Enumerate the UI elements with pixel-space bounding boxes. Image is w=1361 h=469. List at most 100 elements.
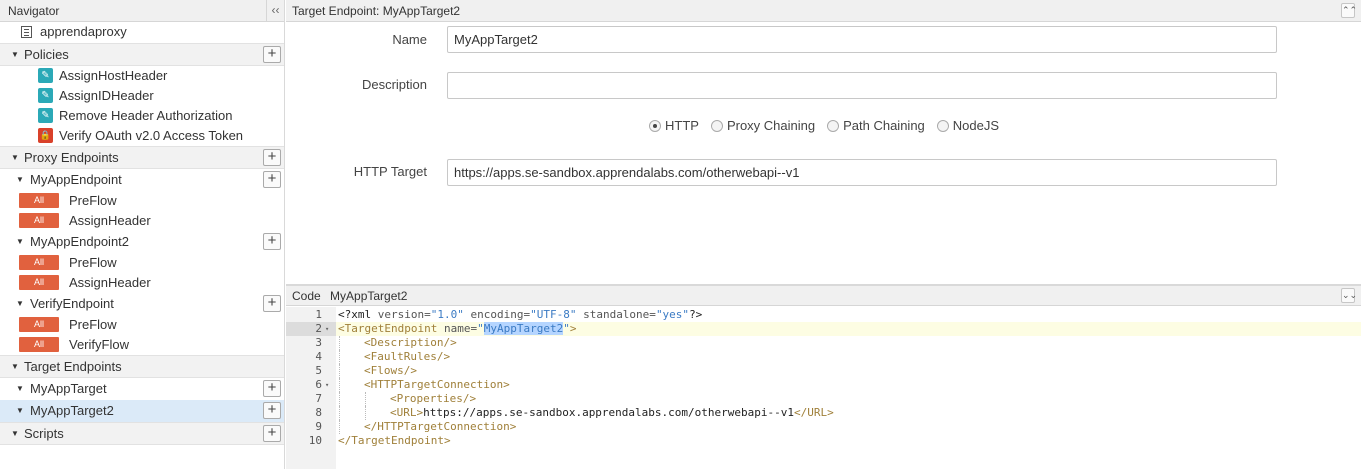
proxy-root-item[interactable]: apprendaproxy — [0, 22, 284, 42]
section-target-endpoints[interactable]: ▼ Target Endpoints — [0, 355, 284, 378]
description-input[interactable] — [447, 72, 1277, 99]
flow-item[interactable]: All AssignHeader — [0, 273, 284, 293]
endpoint-label: MyAppTarget — [30, 381, 107, 396]
name-input[interactable]: MyAppTarget2 — [447, 26, 1277, 53]
flow-item[interactable]: All PreFlow — [0, 315, 284, 335]
add-flow-button[interactable]: + — [263, 402, 281, 419]
flow-badge: All — [19, 275, 59, 290]
radio-option[interactable]: HTTP — [649, 117, 699, 135]
flow-badge: All — [19, 255, 59, 270]
code-panel: Code MyAppTarget2 ⌄⌄ 1 <?xml version="1.0… — [286, 284, 1361, 469]
code-text: <URL>https://apps.se-sandbox.apprendalab… — [390, 406, 834, 420]
add-script-button[interactable]: + — [263, 425, 281, 442]
code-token: </TargetEndpoint> — [338, 434, 451, 447]
target-endpoint-panel: Target Endpoint: MyAppTarget2 ⌃⌃ Name My… — [286, 0, 1361, 283]
code-text: </HTTPTargetConnection> — [364, 420, 516, 434]
flow-label: AssignHeader — [69, 213, 151, 228]
caret-down-icon: ▼ — [16, 237, 24, 246]
caret-down-icon: ▼ — [16, 175, 24, 184]
indent-guide — [339, 364, 340, 378]
code-token: MyAppTarget2 — [483, 322, 564, 335]
proxy-endpoints-list: ▼ MyAppEndpoint + All PreFlow All AssignHeader… — [0, 169, 284, 355]
radio-option[interactable]: NodeJS — [936, 117, 999, 135]
flow-item[interactable]: All AssignHeader — [0, 211, 284, 231]
code-token: <TargetEndpoint — [338, 322, 444, 335]
flow-item[interactable]: All PreFlow — [0, 253, 284, 273]
proxy-endpoint-item[interactable]: ▼ MyAppEndpoint2 + — [0, 231, 284, 253]
target-endpoint-item[interactable]: ▼ MyAppTarget + — [0, 378, 284, 400]
code-token: <HTTPTargetConnection> — [364, 378, 510, 391]
radio-circle-icon — [710, 120, 723, 132]
code-token: </URL> — [794, 406, 834, 419]
fold-arrow-icon[interactable]: ▾ — [325, 322, 329, 336]
code-text: <TargetEndpoint name="MyAppTarget2"> — [338, 322, 576, 336]
navigator-panel: Navigator ‹‹ apprendaproxy ▼ Policies + … — [0, 0, 285, 469]
add-proxy-endpoint-button[interactable]: + — [263, 149, 281, 166]
indent-guide — [339, 336, 340, 350]
code-label: Code — [292, 289, 321, 303]
add-flow-button[interactable]: + — [263, 295, 281, 312]
collapse-navigator-icon[interactable]: ‹‹ — [266, 0, 284, 22]
caret-down-icon: ▼ — [16, 406, 24, 415]
flow-label: PreFlow — [69, 255, 117, 270]
code-token: <URL> — [390, 406, 424, 419]
indent-guide — [365, 392, 366, 406]
add-policy-button[interactable]: + — [263, 46, 281, 63]
code-token: "1.0" — [430, 308, 464, 321]
code-text: <?xml version="1.0" encoding="UTF-8" sta… — [338, 308, 702, 322]
policy-item[interactable]: 🔒 Verify OAuth v2.0 Access Token — [0, 126, 284, 146]
radio-circle-icon — [936, 120, 949, 132]
flow-label: PreFlow — [69, 193, 117, 208]
line-number: 4 — [315, 350, 322, 363]
section-label: Target Endpoints — [24, 359, 122, 374]
caret-down-icon: ▼ — [11, 429, 19, 438]
code-line: 5 <Flows/> — [286, 364, 1361, 378]
flow-item[interactable]: All PreFlow — [0, 191, 284, 211]
policy-label: AssignHostHeader — [59, 68, 168, 83]
code-token: "yes" — [655, 308, 690, 321]
code-token: <?xml — [338, 308, 378, 321]
section-policies[interactable]: ▼ Policies + — [0, 43, 284, 66]
code-text: <Description/> — [364, 336, 457, 350]
lock-policy-icon: 🔒 — [38, 128, 53, 143]
add-flow-button[interactable]: + — [263, 380, 281, 397]
code-token: name= — [443, 322, 478, 335]
code-line: 1 <?xml version="1.0" encoding="UTF-8" st… — [286, 308, 1361, 322]
add-flow-button[interactable]: + — [263, 233, 281, 250]
http-target-input[interactable]: https://apps.se-sandbox.apprendalabs.com… — [447, 159, 1277, 186]
target-panel-header: Target Endpoint: MyAppTarget2 ⌃⌃ — [286, 0, 1361, 22]
radio-option[interactable]: Path Chaining — [827, 117, 925, 135]
radio-circle-icon — [827, 120, 840, 132]
code-editor[interactable]: 1 <?xml version="1.0" encoding="UTF-8" st… — [286, 307, 1361, 469]
fold-arrow-icon[interactable]: ▾ — [325, 378, 329, 392]
flow-badge: All — [19, 337, 59, 352]
code-token: > — [569, 322, 577, 335]
flow-label: AssignHeader — [69, 275, 151, 290]
policy-item[interactable]: ✎ AssignHostHeader — [0, 66, 284, 86]
edit-policy-icon: ✎ — [38, 88, 53, 103]
section-label: Scripts — [24, 426, 64, 441]
add-flow-button[interactable]: + — [263, 171, 281, 188]
collapse-up-icon[interactable]: ⌃⌃ — [1341, 3, 1357, 18]
flow-item[interactable]: All VerifyFlow — [0, 335, 284, 355]
policy-item[interactable]: ✎ Remove Header Authorization — [0, 106, 284, 126]
section-scripts[interactable]: ▼ Scripts + — [0, 422, 284, 445]
section-proxy-endpoints[interactable]: ▼ Proxy Endpoints + — [0, 146, 284, 169]
radio-label: Path Chaining — [843, 118, 925, 133]
target-endpoint-item[interactable]: ▼ MyAppTarget2 + — [0, 400, 284, 422]
policy-label: Verify OAuth v2.0 Access Token — [59, 128, 244, 143]
code-text: <Flows/> — [364, 364, 417, 378]
policy-item[interactable]: ✎ AssignIDHeader — [0, 86, 284, 106]
code-text: </TargetEndpoint> — [338, 434, 451, 448]
endpoint-label: MyAppTarget2 — [30, 403, 114, 418]
proxy-endpoint-item[interactable]: ▼ VerifyEndpoint + — [0, 293, 284, 315]
radio-option[interactable]: Proxy Chaining — [710, 117, 815, 135]
indent-guide — [339, 392, 340, 406]
code-token: <FaultRules/> — [364, 350, 451, 363]
code-token: "UTF-8" — [530, 308, 577, 321]
code-token: ?> — [689, 308, 703, 321]
line-number: 10 — [308, 434, 322, 447]
navigator-header: Navigator ‹‹ — [0, 0, 284, 22]
expand-down-icon[interactable]: ⌄⌄ — [1341, 288, 1357, 303]
proxy-endpoint-item[interactable]: ▼ MyAppEndpoint + — [0, 169, 284, 191]
